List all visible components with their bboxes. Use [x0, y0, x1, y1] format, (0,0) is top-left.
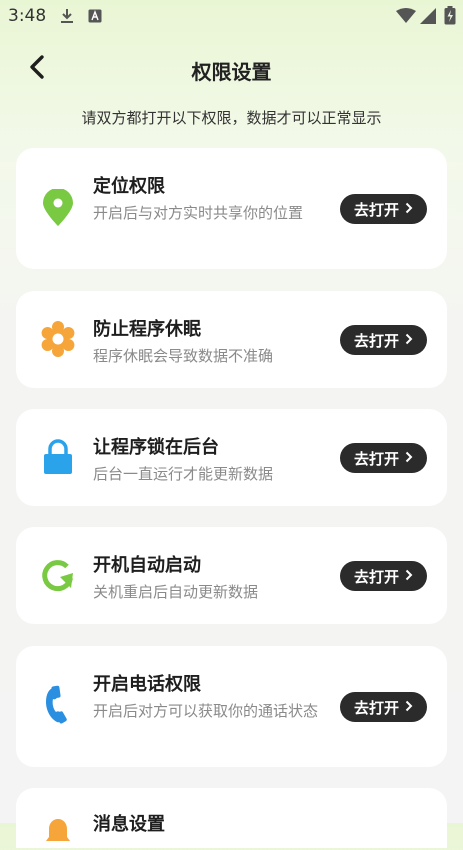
- page-title: 权限设置: [191, 60, 272, 84]
- card-title: 开启电话权限: [93, 674, 201, 695]
- download-icon: [60, 8, 74, 28]
- phone-icon: [40, 685, 76, 724]
- card-title: 定位权限: [93, 176, 165, 197]
- card-description: 程序休眠会导致数据不准确: [93, 347, 274, 365]
- chevron-right-icon: [405, 449, 413, 467]
- permission-card-prevent-sleep: 防止程序休眠 程序休眠会导致数据不准确 去打开: [16, 291, 447, 388]
- card-description: 关机重启后自动更新数据: [93, 583, 259, 601]
- status-time: 3:48: [8, 6, 47, 26]
- lock-icon: [40, 439, 76, 475]
- open-button-label: 去打开: [353, 567, 399, 586]
- card-description: 开启后与对方实时共享你的位置: [93, 204, 304, 222]
- open-button-label: 去打开: [353, 449, 399, 468]
- open-button-label: 去打开: [353, 200, 399, 219]
- chevron-right-icon: [405, 331, 413, 349]
- open-button-label: 去打开: [353, 698, 399, 717]
- card-title: 消息设置: [93, 814, 165, 835]
- bell-icon: [40, 814, 76, 850]
- open-prevent-sleep-button[interactable]: 去打开: [340, 325, 427, 355]
- signal-icon: [420, 8, 436, 28]
- card-description: 后台一直运行才能更新数据: [93, 465, 274, 483]
- chevron-right-icon: [405, 200, 413, 218]
- permission-card-phone: 开启电话权限 开启后对方可以获取你的通话状态 去打开: [16, 646, 447, 767]
- open-location-button[interactable]: 去打开: [340, 194, 427, 224]
- permission-card-lock-background: 让程序锁在后台 后台一直运行才能更新数据 去打开: [16, 409, 447, 506]
- refresh-icon: [40, 557, 76, 593]
- location-pin-icon: [40, 189, 76, 226]
- open-lock-background-button[interactable]: 去打开: [340, 443, 427, 473]
- app-notification-icon: [88, 8, 102, 27]
- open-phone-button[interactable]: 去打开: [340, 692, 427, 722]
- open-button-label: 去打开: [353, 331, 399, 350]
- permission-card-location: 定位权限 开启后与对方实时共享你的位置 去打开: [16, 148, 447, 269]
- header: 权限设置: [0, 44, 463, 92]
- chevron-right-icon: [405, 567, 413, 585]
- permission-card-message: 消息设置: [16, 788, 447, 848]
- card-title: 让程序锁在后台: [93, 437, 219, 458]
- card-description: 开启后对方可以获取你的通话状态: [93, 702, 319, 720]
- permission-card-auto-start: 开机自动启动 关机重启后自动更新数据 去打开: [16, 527, 447, 624]
- battery-icon: [444, 6, 456, 29]
- open-auto-start-button[interactable]: 去打开: [340, 561, 427, 591]
- card-title: 开机自动启动: [93, 555, 201, 576]
- gear-icon: [40, 321, 76, 357]
- wifi-icon: [396, 8, 416, 28]
- subtitle: 请双方都打开以下权限，数据才可以正常显示: [81, 109, 382, 127]
- status-bar: 3:48: [0, 0, 463, 32]
- card-title: 防止程序休眠: [93, 319, 201, 340]
- chevron-right-icon: [405, 698, 413, 716]
